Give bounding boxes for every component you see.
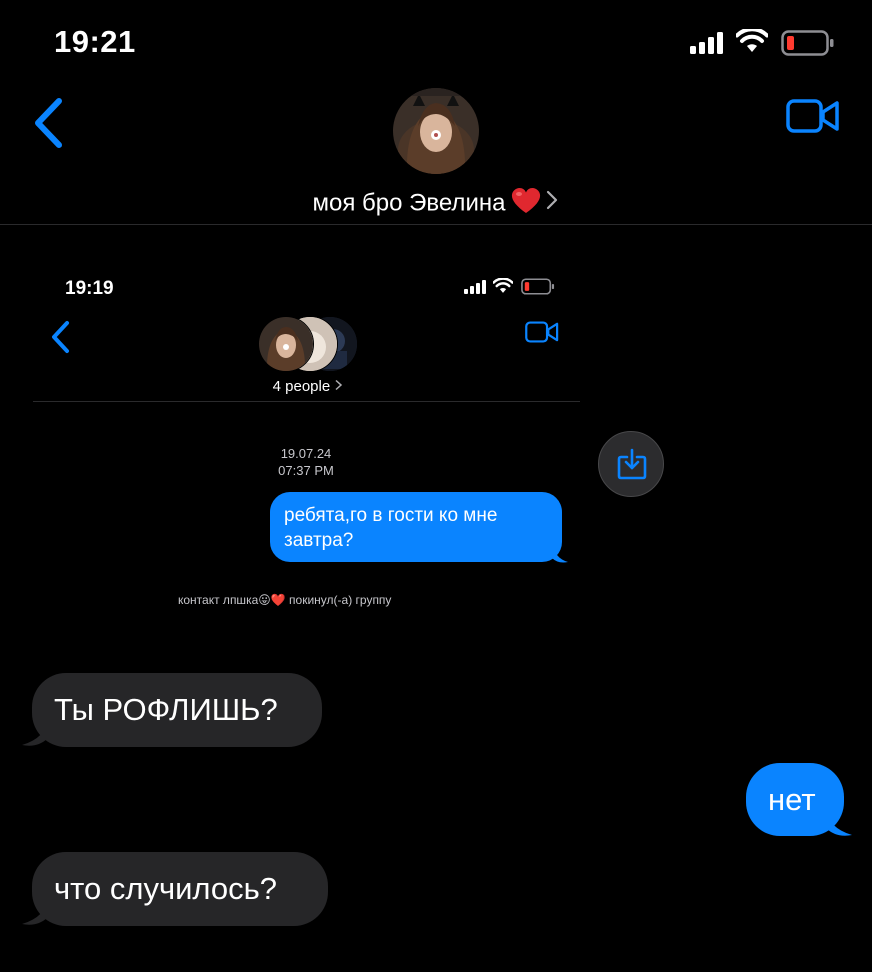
group-leave-notice: контакт лпшка😛❤️ покинул(-а) группу [178, 593, 392, 607]
bubble-tail [22, 897, 48, 925]
video-call-icon[interactable] [786, 98, 840, 134]
battery-icon [781, 30, 834, 56]
divider [33, 401, 580, 402]
battery-icon [521, 278, 555, 295]
bubble-tail [552, 542, 568, 563]
group-label: 4 people [272, 378, 331, 395]
group-avatars [258, 316, 358, 372]
wifi-icon [493, 278, 513, 293]
heart-icon [511, 186, 541, 221]
save-download-icon [617, 448, 647, 480]
contact-name-button[interactable]: моя бро Эвелина [0, 186, 872, 221]
signal-icon [464, 280, 486, 294]
incoming-message-bubble[interactable]: что случилось? [32, 852, 328, 926]
back-chevron-icon [52, 321, 69, 353]
chevron-right-icon [545, 189, 559, 218]
signal-icon [690, 32, 723, 54]
video-call-icon [525, 321, 559, 343]
date-label: 19.07.24 [280, 446, 332, 461]
incoming-message-bubble[interactable]: Ты РОФЛИШЬ? [32, 673, 322, 747]
chevron-right-icon [335, 379, 343, 391]
shot-status-time: 19:19 [65, 278, 114, 299]
group-name: 4 people [28, 378, 588, 395]
avatar [258, 316, 314, 372]
contact-avatar[interactable] [393, 88, 479, 174]
bubble-tail [826, 808, 852, 836]
wifi-icon [736, 29, 768, 52]
save-image-button[interactable] [598, 431, 664, 497]
time-label: 07:37 PM [278, 463, 334, 478]
conversation-header: моя бро Эвелина [0, 88, 872, 225]
back-chevron-icon[interactable] [32, 96, 64, 150]
bubble-tail [22, 718, 48, 746]
status-bar: 19:21 [0, 0, 872, 88]
message-timestamp: 19.07.24 07:37 PM [256, 445, 356, 479]
shared-screenshot[interactable]: 19:19 4 people 19.07.24 07:37 PM ребята,… [28, 240, 588, 620]
outgoing-message-bubble: ребята,го в гости ко мне завтра? [270, 492, 562, 562]
status-time: 19:21 [54, 24, 136, 59]
contact-name: моя бро Эвелина [312, 189, 506, 217]
